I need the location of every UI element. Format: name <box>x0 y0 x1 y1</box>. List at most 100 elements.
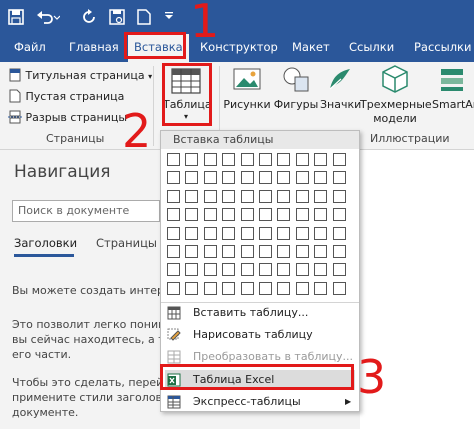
grid-cell[interactable] <box>332 245 346 258</box>
grid-cell[interactable] <box>295 226 309 240</box>
search-input[interactable]: Поиск в документе <box>12 200 160 222</box>
grid-cell[interactable] <box>185 153 199 166</box>
tab-headings[interactable]: Заголовки <box>14 236 77 250</box>
grid-cell[interactable] <box>203 226 217 240</box>
grid-cell[interactable] <box>240 281 254 295</box>
redo-icon[interactable] <box>80 7 98 27</box>
grid-cell[interactable] <box>240 171 254 185</box>
grid-cell[interactable] <box>167 263 180 277</box>
grid-cell[interactable] <box>167 208 180 222</box>
grid-cell[interactable] <box>203 208 217 222</box>
grid-cell[interactable] <box>167 226 180 240</box>
grid-cell[interactable] <box>185 281 199 295</box>
grid-cell[interactable] <box>295 263 309 277</box>
grid-cell[interactable] <box>240 263 254 277</box>
grid-cell[interactable] <box>185 245 199 258</box>
tab-layout[interactable]: Макет <box>292 34 330 62</box>
grid-cell[interactable] <box>295 245 309 258</box>
grid-cell[interactable] <box>203 171 217 185</box>
grid-cell[interactable] <box>332 153 346 166</box>
grid-cell[interactable] <box>240 208 254 222</box>
page-break-button[interactable]: Разрыв страницы <box>8 110 127 124</box>
grid-cell[interactable] <box>295 171 309 185</box>
draw-table-item[interactable]: Нарисовать таблицу <box>165 325 355 345</box>
grid-cell[interactable] <box>185 208 199 222</box>
grid-cell[interactable] <box>295 189 309 203</box>
grid-cell[interactable] <box>222 226 236 240</box>
grid-cell[interactable] <box>185 171 199 185</box>
tab-references[interactable]: Ссылки <box>349 34 394 62</box>
grid-cell[interactable] <box>203 281 217 295</box>
grid-cell[interactable] <box>277 245 291 258</box>
shapes-button[interactable]: Фигуры <box>272 62 320 126</box>
grid-cell[interactable] <box>222 281 236 295</box>
grid-cell[interactable] <box>203 189 217 203</box>
grid-cell[interactable] <box>259 226 272 240</box>
grid-cell[interactable] <box>314 281 328 295</box>
grid-cell[interactable] <box>332 226 346 240</box>
quick-tables-item[interactable]: Экспресс-таблицы ▶ <box>165 392 355 412</box>
grid-cell[interactable] <box>314 208 328 222</box>
grid-cell[interactable] <box>332 171 346 185</box>
grid-cell[interactable] <box>240 226 254 240</box>
undo-icon[interactable] <box>34 7 62 27</box>
grid-cell[interactable] <box>167 245 180 258</box>
save-icon[interactable] <box>6 7 26 27</box>
grid-cell[interactable] <box>277 171 291 185</box>
grid-cell[interactable] <box>295 281 309 295</box>
grid-cell[interactable] <box>314 263 328 277</box>
grid-cell[interactable] <box>295 208 309 222</box>
new-document-icon[interactable] <box>136 7 152 27</box>
blank-page-button[interactable]: Пустая страница <box>8 89 124 103</box>
grid-cell[interactable] <box>167 189 180 203</box>
grid-cell[interactable] <box>222 189 236 203</box>
grid-cell[interactable] <box>185 263 199 277</box>
grid-cell[interactable] <box>332 208 346 222</box>
grid-cell[interactable] <box>314 171 328 185</box>
icons-button[interactable]: Значки <box>320 62 361 126</box>
grid-cell[interactable] <box>332 263 346 277</box>
grid-cell[interactable] <box>277 208 291 222</box>
customize-toolbar-icon[interactable] <box>162 7 176 27</box>
grid-cell[interactable] <box>222 245 236 258</box>
grid-cell[interactable] <box>332 189 346 203</box>
grid-cell[interactable] <box>222 263 236 277</box>
grid-cell[interactable] <box>314 153 328 166</box>
grid-cell[interactable] <box>259 208 272 222</box>
grid-cell[interactable] <box>277 263 291 277</box>
grid-cell[interactable] <box>222 208 236 222</box>
table-size-grid[interactable] <box>167 153 353 303</box>
grid-cell[interactable] <box>203 153 217 166</box>
grid-cell[interactable] <box>222 153 236 166</box>
grid-cell[interactable] <box>259 245 272 258</box>
grid-cell[interactable] <box>277 189 291 203</box>
3d-models-button[interactable]: Трехмерные модели <box>360 62 432 128</box>
grid-cell[interactable] <box>314 245 328 258</box>
grid-cell[interactable] <box>314 189 328 203</box>
grid-cell[interactable] <box>332 281 346 295</box>
grid-cell[interactable] <box>314 226 328 240</box>
grid-cell[interactable] <box>222 171 236 185</box>
tab-file[interactable]: Файл <box>14 34 46 62</box>
grid-cell[interactable] <box>185 189 199 203</box>
tab-mailings[interactable]: Рассылки <box>414 34 471 62</box>
tab-pages[interactable]: Страницы <box>96 236 157 250</box>
grid-cell[interactable] <box>277 153 291 166</box>
grid-cell[interactable] <box>259 153 272 166</box>
tab-home[interactable]: Главная <box>69 34 119 62</box>
grid-cell[interactable] <box>167 171 180 185</box>
grid-cell[interactable] <box>259 189 272 203</box>
grid-cell[interactable] <box>259 171 272 185</box>
grid-cell[interactable] <box>240 189 254 203</box>
grid-cell[interactable] <box>240 153 254 166</box>
grid-cell[interactable] <box>185 226 199 240</box>
grid-cell[interactable] <box>167 153 180 166</box>
grid-cell[interactable] <box>259 263 272 277</box>
grid-cell[interactable] <box>203 245 217 258</box>
grid-cell[interactable] <box>203 263 217 277</box>
insert-table-item[interactable]: Вставить таблицу... <box>165 303 355 323</box>
grid-cell[interactable] <box>240 245 254 258</box>
print-preview-icon[interactable] <box>108 7 126 27</box>
grid-cell[interactable] <box>167 281 180 295</box>
pictures-button[interactable]: Рисунки <box>222 62 272 126</box>
